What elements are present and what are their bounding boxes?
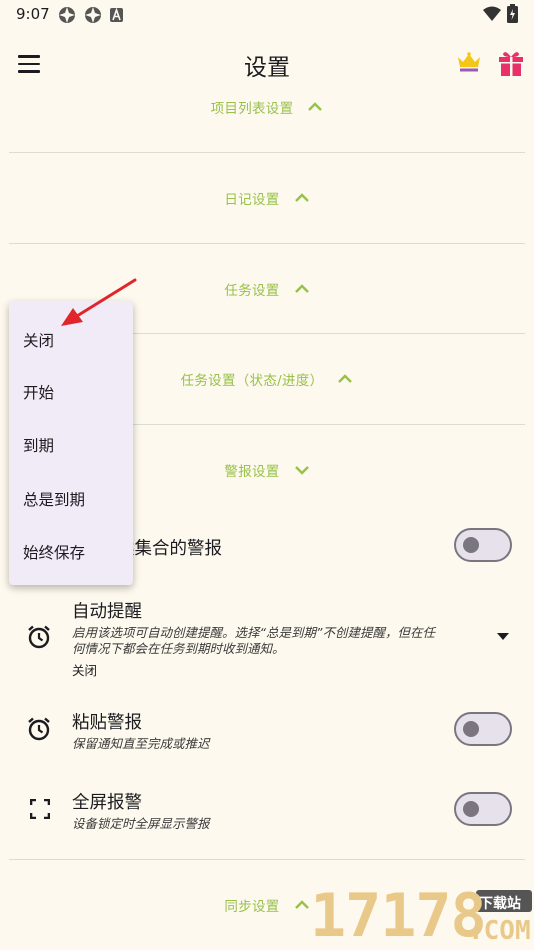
status-bar: 9:07 xyxy=(0,0,534,28)
watermark-number: 17178 xyxy=(310,881,487,950)
dropdown-arrow-icon[interactable] xyxy=(496,632,510,641)
toggle-knob xyxy=(463,801,479,817)
row-description: 保留通知直至完成或推迟 xyxy=(72,736,210,751)
sticky-alarm-toggle[interactable] xyxy=(454,712,512,746)
watermark-domain: .COM xyxy=(468,916,531,946)
section-label: 任务设置（状态/进度） xyxy=(180,373,324,389)
chevron-up-icon xyxy=(308,102,323,111)
divider xyxy=(9,152,525,153)
section-label: 任务设置 xyxy=(224,283,280,299)
dropdown-option-off[interactable]: 关闭 xyxy=(23,329,54,351)
battery-icon xyxy=(507,4,518,23)
annotation-arrow-icon xyxy=(61,278,137,326)
toggle-knob xyxy=(463,537,479,553)
dropdown-option-due[interactable]: 到期 xyxy=(23,434,54,456)
fullscreen-icon xyxy=(30,799,50,819)
row-description: 设备锁定时全屏显示警报 xyxy=(72,816,210,831)
alarm-clock-icon xyxy=(28,625,50,649)
chevron-up-icon xyxy=(338,374,353,383)
row-title: 自动提醒 xyxy=(72,602,142,622)
row-title: 全屏报警 xyxy=(72,793,142,813)
top-app-bar: 设置 xyxy=(0,36,534,92)
divider xyxy=(9,243,525,244)
dropdown-menu: 关闭 开始 到期 总是到期 始终保存 xyxy=(9,301,133,585)
dropdown-option-always-keep[interactable]: 始终保存 xyxy=(23,541,85,563)
dropdown-option-always-due[interactable]: 总是到期 xyxy=(23,488,85,510)
fullscreen-alarm-toggle[interactable] xyxy=(454,792,512,826)
app-notification-icon-2 xyxy=(85,7,101,23)
section-diary-settings[interactable]: 日记设置 xyxy=(0,183,534,213)
watermark: 下载站 17178 .COM xyxy=(308,884,534,950)
font-a-icon xyxy=(110,8,123,22)
fullscreen-alarm-row: 全屏报警 设备锁定时全屏显示警报 xyxy=(0,786,534,836)
page-title: 设置 xyxy=(244,55,290,81)
wifi-icon xyxy=(483,6,501,21)
chevron-up-icon xyxy=(294,284,309,293)
auto-remind-value: 关闭 xyxy=(72,663,98,678)
row-description: 启用该选项可自动创建提醒。选择“总是到期”不创建提醒，但在任 xyxy=(72,625,435,640)
toggle-knob xyxy=(463,721,479,737)
section-label: 项目列表设置 xyxy=(210,101,294,117)
continuous-alarm-toggle[interactable] xyxy=(454,528,512,562)
sticky-alarm-row: 粘贴警报 保留通知直至完成或推迟 xyxy=(0,706,534,756)
dropdown-option-start[interactable]: 开始 xyxy=(23,381,54,403)
divider xyxy=(9,859,525,860)
crown-icon[interactable] xyxy=(456,51,482,73)
app-notification-icon xyxy=(59,7,75,23)
chevron-up-icon xyxy=(294,193,309,202)
section-label: 同步设置 xyxy=(224,899,280,915)
gift-icon[interactable] xyxy=(498,49,524,77)
alarm-clock-icon xyxy=(28,717,50,741)
auto-remind-row[interactable]: 自动提醒 启用该选项可自动创建提醒。选择“总是到期”不创建提醒，但在任 何情况下… xyxy=(0,596,534,686)
row-title: 粘贴警报 xyxy=(72,713,142,733)
section-project-list-settings[interactable]: 项目列表设置 xyxy=(0,92,534,122)
section-label: 警报设置 xyxy=(224,464,280,480)
section-label: 日记设置 xyxy=(224,192,280,208)
status-time: 9:07 xyxy=(16,5,50,23)
row-description: 何情况下都会在任务到期时收到通知。 xyxy=(72,641,285,656)
chevron-down-icon xyxy=(294,466,309,475)
